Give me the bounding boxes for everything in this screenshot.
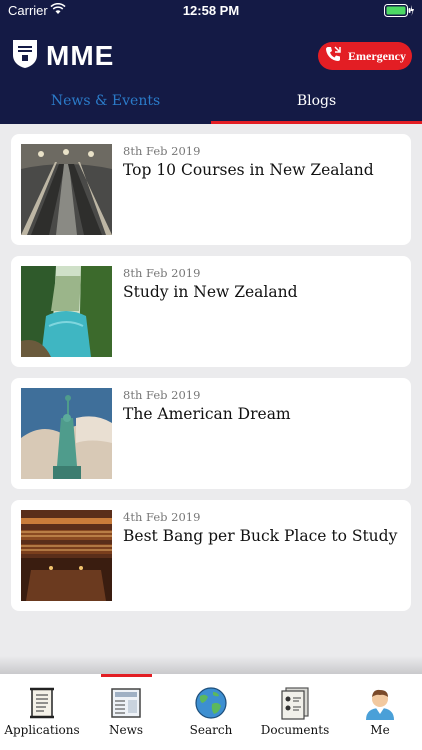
tabbar-item-applications[interactable]: Applications bbox=[0, 674, 84, 750]
tab-news-events[interactable]: News & Events bbox=[0, 78, 211, 124]
active-tab-indicator bbox=[211, 121, 422, 124]
tabbar-shadow bbox=[0, 656, 422, 674]
mme-logo: MME bbox=[12, 40, 114, 72]
post-title: Best Bang per Buck Place to Study bbox=[123, 527, 398, 545]
app-header: Carrier 12:58 PM MME Emergency News & Ev… bbox=[0, 0, 422, 124]
tabbar-label: Documents bbox=[260, 723, 330, 737]
post-date: 8th Feb 2019 bbox=[123, 388, 201, 402]
tab-blogs[interactable]: Blogs bbox=[211, 78, 422, 124]
post-title: Top 10 Courses in New Zealand bbox=[123, 161, 374, 179]
tabbar-item-documents[interactable]: Documents bbox=[253, 674, 337, 750]
library-photo bbox=[21, 510, 112, 601]
tabbar-label: News bbox=[108, 723, 144, 737]
active-tabbar-indicator bbox=[101, 674, 152, 677]
tabbar-item-news[interactable]: News bbox=[84, 674, 168, 750]
river-forest-photo bbox=[21, 266, 112, 357]
status-bar: Carrier 12:58 PM bbox=[0, 0, 422, 22]
emergency-button[interactable]: Emergency bbox=[318, 42, 412, 70]
post-title: Study in New Zealand bbox=[123, 283, 298, 301]
blog-card[interactable]: 8th Feb 2019 Top 10 Courses in New Zeala… bbox=[11, 134, 411, 245]
escalators-photo bbox=[21, 144, 112, 235]
segment-tabs: News & Events Blogs bbox=[0, 78, 422, 124]
tabbar-label: Applications bbox=[4, 723, 80, 737]
post-date: 8th Feb 2019 bbox=[123, 266, 201, 280]
post-date: 4th Feb 2019 bbox=[123, 510, 201, 524]
phone-icon bbox=[324, 45, 342, 67]
tabbar-label: Search bbox=[189, 723, 233, 737]
post-date: 8th Feb 2019 bbox=[123, 144, 201, 158]
tabbar-item-search[interactable]: Search bbox=[169, 674, 253, 750]
statue-of-liberty-photo bbox=[21, 388, 112, 479]
documents-icon bbox=[275, 686, 315, 720]
blog-card[interactable]: 4th Feb 2019 Best Bang per Buck Place to… bbox=[11, 500, 411, 611]
user-avatar-icon bbox=[360, 686, 400, 720]
emergency-label: Emergency bbox=[348, 48, 406, 63]
logo-text: MME bbox=[46, 40, 115, 71]
tabbar-item-me[interactable]: Me bbox=[338, 674, 422, 750]
status-time: 12:58 PM bbox=[182, 3, 240, 18]
globe-icon bbox=[191, 686, 231, 720]
newspaper-icon bbox=[106, 686, 146, 720]
post-title: The American Dream bbox=[123, 405, 291, 423]
tabbar-label: Me bbox=[370, 723, 390, 737]
scroll-icon bbox=[22, 686, 62, 720]
blog-card[interactable]: 8th Feb 2019 The American Dream bbox=[11, 378, 411, 489]
bottom-tab-bar: Applications News Search Documents Me bbox=[0, 674, 422, 750]
battery-icon bbox=[384, 4, 414, 21]
blog-card[interactable]: 8th Feb 2019 Study in New Zealand bbox=[11, 256, 411, 367]
shield-logo-icon bbox=[12, 39, 38, 73]
